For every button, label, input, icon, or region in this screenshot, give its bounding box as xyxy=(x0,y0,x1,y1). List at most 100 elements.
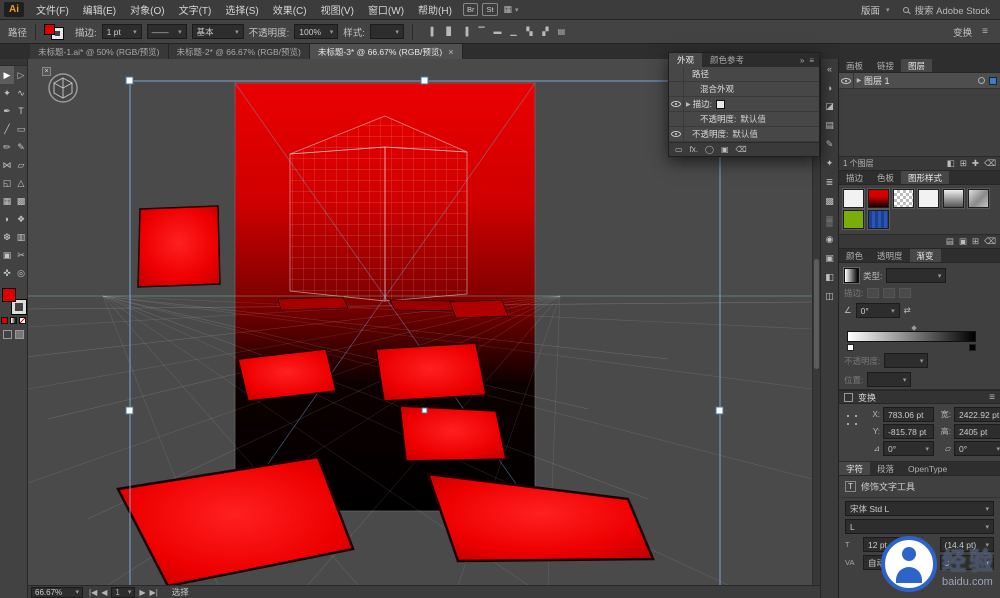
panel-menu-icon[interactable]: ≡ xyxy=(982,26,988,37)
visibility-toggle[interactable] xyxy=(669,97,684,111)
break-link-icon[interactable]: ▣ xyxy=(959,236,967,246)
layers-panel-icon[interactable]: ◧ xyxy=(823,271,837,284)
transparency-panel-icon[interactable]: ▒ xyxy=(823,214,837,227)
align-horizontal-center-icon[interactable]: ▊ xyxy=(443,25,456,38)
stop-location-select[interactable]: ▾ xyxy=(867,372,911,387)
column-graph-tool[interactable]: ▥ xyxy=(14,228,28,246)
tab-appearance[interactable]: 外观 xyxy=(669,53,702,67)
previous-artboard-button[interactable]: ◀ xyxy=(101,588,107,597)
menu-item[interactable]: 窗口(W) xyxy=(361,0,411,20)
brushes-panel-icon[interactable]: ✎ xyxy=(823,138,837,151)
width-field[interactable]: 2422.92 pt xyxy=(954,407,1000,422)
y-field[interactable]: -815.78 pt xyxy=(883,424,934,439)
style-select[interactable]: ▾ xyxy=(370,24,404,39)
stock-button[interactable]: St xyxy=(482,3,497,16)
arrange-documents-icon[interactable]: ▦▾ xyxy=(504,4,519,15)
graphic-style-thumb[interactable] xyxy=(868,189,889,208)
selection-handle[interactable] xyxy=(421,77,428,84)
tab-links[interactable]: 链接 xyxy=(870,59,901,72)
delete-item-icon[interactable]: ⌫ xyxy=(736,145,747,154)
layer-row[interactable]: ▶ 图层 1 xyxy=(839,73,1000,89)
eyedropper-tool[interactable]: ◗ xyxy=(0,210,14,228)
document-tab[interactable]: 未标题-2* @ 66.67% (RGB/预览) xyxy=(169,44,310,59)
close-tab-icon[interactable]: × xyxy=(448,47,453,57)
graphic-style-thumb[interactable] xyxy=(843,189,864,208)
expand-icon[interactable]: ▶ xyxy=(686,101,691,108)
width-profile-select[interactable]: ——▾ xyxy=(147,24,187,39)
document-tab[interactable]: 未标题-1.ai* @ 50% (RGB/预览) xyxy=(30,44,169,59)
collapse-panels-icon[interactable]: « xyxy=(823,62,837,75)
selection-handle[interactable] xyxy=(716,407,723,414)
line-segment-tool[interactable]: ╱ xyxy=(0,120,14,138)
stroke-along-icon[interactable] xyxy=(883,288,895,298)
fill-stroke-swatches[interactable] xyxy=(1,288,27,314)
add-new-stroke-icon[interactable]: ▭ xyxy=(675,145,683,154)
document-tab-active[interactable]: 未标题-3* @ 66.67% (RGB/预览)× xyxy=(310,44,463,59)
gradient-button[interactable] xyxy=(10,317,17,324)
brush-definition-select[interactable]: 基本▾ xyxy=(192,24,244,39)
app-logo-icon[interactable]: Ai xyxy=(4,2,24,17)
menu-item[interactable]: 效果(C) xyxy=(266,0,314,20)
opacity-select[interactable]: 100%▾ xyxy=(294,24,338,39)
lasso-tool[interactable]: ∿ xyxy=(14,84,28,102)
slice-tool[interactable]: ✂ xyxy=(14,246,28,264)
menu-item[interactable]: 文件(F) xyxy=(29,0,76,20)
transform-menu-icon[interactable]: ≡ xyxy=(989,392,995,403)
gradient-stop-black[interactable] xyxy=(969,344,976,351)
tab-color[interactable]: 颜色 xyxy=(839,249,870,262)
swatches-panel-icon[interactable]: ▤ xyxy=(823,119,837,132)
magic-wand-tool[interactable]: ✦ xyxy=(0,84,14,102)
reference-point-locator[interactable] xyxy=(843,411,862,430)
layer-name[interactable]: 图层 1 xyxy=(864,74,978,87)
graphic-style-thumb[interactable] xyxy=(968,189,989,208)
stroke-within-icon[interactable] xyxy=(867,288,879,298)
reverse-gradient-icon[interactable]: ⇄ xyxy=(904,305,911,316)
gradient-angle-select[interactable]: 0°▾ xyxy=(856,303,900,318)
menu-item[interactable]: 文字(T) xyxy=(172,0,219,20)
control-fill-swatch[interactable] xyxy=(44,24,55,35)
align-horizontal-right-icon[interactable]: ▐ xyxy=(459,25,472,38)
gradient-type-select[interactable]: ▾ xyxy=(886,268,946,283)
rectangle-tool[interactable]: ▭ xyxy=(14,120,28,138)
gradient-tool[interactable]: ▩ xyxy=(14,192,28,210)
layer-visibility-toggle[interactable] xyxy=(839,73,854,88)
workspace-switcher[interactable]: 版面▾ xyxy=(861,3,890,17)
tab-graphic-styles[interactable]: 图形样式 xyxy=(901,171,949,184)
height-field[interactable]: 2405 pt xyxy=(954,424,1000,439)
width-tool[interactable]: ⋈ xyxy=(0,156,14,174)
distribute-center-icon[interactable]: ▞ xyxy=(539,25,552,38)
color-guide-panel-icon[interactable]: ◪ xyxy=(823,100,837,113)
pencil-tool[interactable]: ✎ xyxy=(14,138,28,156)
tools-panel-header[interactable] xyxy=(0,59,27,66)
appearance-row-blend[interactable]: 混合外观 xyxy=(669,82,819,97)
fill-swatch[interactable] xyxy=(2,288,16,302)
clear-appearance-icon[interactable]: ◯ xyxy=(705,145,714,154)
tab-swatches[interactable]: 色板 xyxy=(870,171,901,184)
transform-panel-header[interactable]: 变换 ≡ xyxy=(839,390,1000,404)
bridge-button[interactable]: Br xyxy=(463,3,479,16)
distribute-right-icon[interactable]: ▤ xyxy=(555,25,568,38)
tab-transparency[interactable]: 透明度 xyxy=(870,249,910,262)
hand-tool[interactable]: ✜ xyxy=(0,264,14,282)
color-button[interactable] xyxy=(1,317,8,324)
new-sublayer-icon[interactable]: ⊞ xyxy=(960,158,967,168)
align-panel-icon[interactable]: ◫ xyxy=(823,290,837,303)
perspective-grid-widget[interactable]: × xyxy=(46,71,80,105)
next-artboard-button[interactable]: ▶ xyxy=(139,588,145,597)
draw-normal-button[interactable] xyxy=(3,330,12,339)
graphic-styles-panel-icon[interactable]: ▣ xyxy=(823,252,837,265)
collapse-panel-icon[interactable]: » xyxy=(800,56,804,65)
symbols-panel-icon[interactable]: ✦ xyxy=(823,157,837,170)
free-transform-tool[interactable]: ▱ xyxy=(14,156,28,174)
mesh-tool[interactable]: ▦ xyxy=(0,192,14,210)
graphic-style-thumb[interactable] xyxy=(843,210,864,229)
menu-item[interactable]: 编辑(E) xyxy=(76,0,123,20)
align-vertical-top-icon[interactable]: ▔ xyxy=(475,25,488,38)
close-perspective-grid-icon[interactable]: × xyxy=(42,67,51,76)
appearance-row-stroke[interactable]: ▶ 描边: xyxy=(669,97,819,112)
artboard-tool[interactable]: ▣ xyxy=(0,246,14,264)
appearance-panel-icon[interactable]: ◉ xyxy=(823,233,837,246)
appearance-row-stroke-opacity[interactable]: 不透明度: 默认值 xyxy=(669,112,819,127)
appearance-row-path[interactable]: 路径 xyxy=(669,67,819,82)
graphic-style-thumb[interactable] xyxy=(918,189,939,208)
